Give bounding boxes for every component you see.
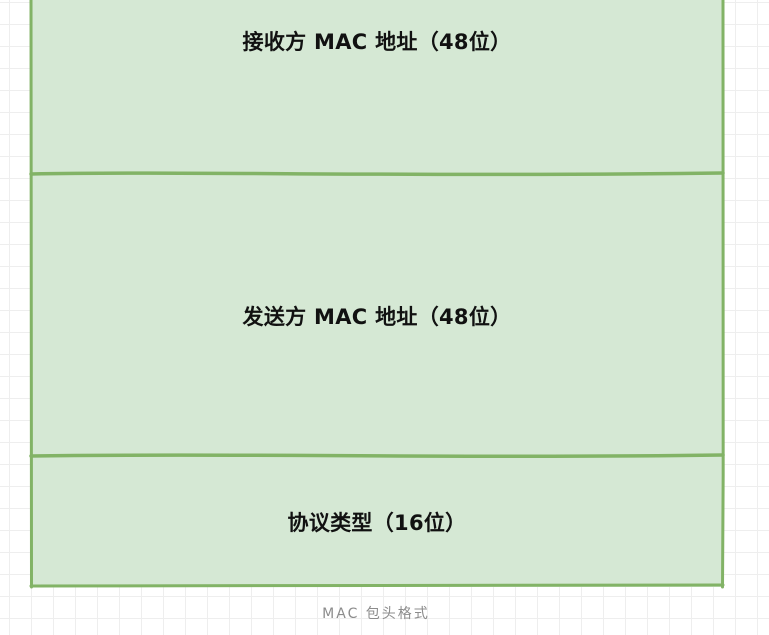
protocol-type-label: 协议类型（16位） <box>287 510 467 535</box>
sender-mac-label: 发送方 MAC 地址（48位） <box>242 304 512 329</box>
receiver-mac-row: 接收方 MAC 地址（48位） <box>30 0 724 82</box>
receiver-mac-label: 接收方 MAC 地址（48位） <box>242 30 512 54</box>
figure-caption: MAC 包头格式 <box>322 606 430 622</box>
mac-header-diagram: 接收方 MAC 地址（48位） 发送方 MAC 地址（48位） 协议类型（16位… <box>29 0 725 589</box>
sender-mac-row: 发送方 MAC 地址（48位） <box>30 174 724 457</box>
protocol-type-row: 协议类型（16位） <box>30 456 724 587</box>
